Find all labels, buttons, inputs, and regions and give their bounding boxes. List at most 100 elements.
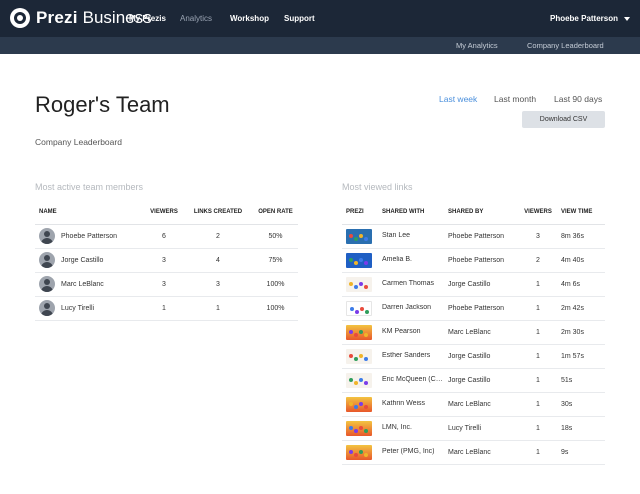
- nav-analytics[interactable]: Analytics: [180, 0, 212, 37]
- member-links-created: 4: [183, 248, 253, 273]
- link-viewers: 1: [520, 320, 556, 345]
- user-menu[interactable]: Phoebe Patterson: [550, 0, 630, 37]
- shared-by: Lucy Tirelli: [448, 416, 520, 441]
- prezi-thumbnail[interactable]: [346, 252, 372, 268]
- col-viewers[interactable]: VIEWERS: [520, 200, 556, 225]
- prezi-thumbnail[interactable]: [346, 348, 372, 364]
- shared-with[interactable]: Kathrin Weiss: [382, 400, 425, 407]
- range-last-week[interactable]: Last week: [439, 94, 477, 104]
- subnav-company-leaderboard[interactable]: Company Leaderboard: [527, 37, 604, 54]
- shared-with-cell: Eric McQueen (CM...: [382, 368, 448, 393]
- table-row[interactable]: Eric McQueen (CM... Jorge Castillo 1 51s: [342, 368, 605, 393]
- member-name-cell: Phoebe Patterson: [35, 224, 145, 249]
- member-name-cell: Jorge Castillo: [35, 248, 145, 273]
- link-viewers: 1: [520, 272, 556, 297]
- view-time: 8m 36s: [556, 224, 605, 249]
- avatar-icon: [39, 252, 55, 268]
- subnav-my-analytics[interactable]: My Analytics: [456, 37, 498, 54]
- view-time: 18s: [556, 416, 605, 441]
- download-csv-button[interactable]: Download CSV: [522, 111, 605, 128]
- prezi-thumbnail[interactable]: [346, 300, 372, 316]
- view-time: 4m 6s: [556, 272, 605, 297]
- page-title: Roger's Team: [35, 92, 170, 117]
- link-viewers: 1: [520, 440, 556, 465]
- prezi-thumbnail[interactable]: [346, 444, 372, 460]
- table-row[interactable]: Esther Sanders Jorge Castillo 1 1m 57s: [342, 344, 605, 369]
- shared-with[interactable]: LMN, Inc.: [382, 424, 412, 431]
- member-name-cell: Marc LeBlanc: [35, 272, 145, 297]
- prezi-thumbnail[interactable]: [346, 372, 372, 388]
- nav-my-prezis[interactable]: My Prezis: [129, 0, 166, 37]
- shared-with[interactable]: KM Pearson: [382, 328, 421, 335]
- view-time: 9s: [556, 440, 605, 465]
- view-time: 51s: [556, 368, 605, 393]
- member-name-cell: Lucy Tirelli: [35, 296, 145, 321]
- team-members-table: NAME VIEWERS LINKS CREATED OPEN RATE Pho…: [35, 200, 298, 321]
- table-row[interactable]: Phoebe Patterson 6 2 50%: [35, 224, 298, 249]
- member-name[interactable]: Jorge Castillo: [61, 257, 103, 264]
- prezi-thumb-cell: [342, 440, 382, 465]
- view-time: 2m 42s: [556, 296, 605, 321]
- prezi-thumbnail[interactable]: [346, 324, 372, 340]
- shared-with-cell: Esther Sanders: [382, 344, 448, 369]
- member-open-rate: 75%: [253, 248, 298, 273]
- link-viewers: 1: [520, 416, 556, 441]
- link-viewers: 1: [520, 392, 556, 417]
- member-name[interactable]: Lucy Tirelli: [61, 305, 94, 312]
- prezi-thumb-cell: [342, 392, 382, 417]
- prezi-thumbnail[interactable]: [346, 420, 372, 436]
- member-links-created: 2: [183, 224, 253, 249]
- col-open-rate[interactable]: OPEN RATE: [253, 200, 298, 225]
- col-view-time[interactable]: VIEW TIME: [556, 200, 605, 225]
- col-name[interactable]: NAME: [35, 200, 145, 225]
- table-row[interactable]: Kathrin Weiss Marc LeBlanc 1 30s: [342, 392, 605, 417]
- table-row[interactable]: Lucy Tirelli 1 1 100%: [35, 296, 298, 321]
- prezi-thumb-cell: [342, 296, 382, 321]
- shared-with[interactable]: Darren Jackson: [382, 304, 431, 311]
- prezi-thumbnail[interactable]: [346, 228, 372, 244]
- nav-workshop[interactable]: Workshop: [230, 0, 269, 37]
- col-viewers[interactable]: VIEWERS: [145, 200, 183, 225]
- prezi-thumb-cell: [342, 368, 382, 393]
- table-row[interactable]: Amelia B. Phoebe Patterson 2 4m 40s: [342, 248, 605, 273]
- member-viewers: 3: [145, 248, 183, 273]
- prezi-thumbnail[interactable]: [346, 276, 372, 292]
- shared-with[interactable]: Amelia B.: [382, 256, 412, 263]
- member-name[interactable]: Marc LeBlanc: [61, 281, 104, 288]
- table-header-row: PREZI SHARED WITH SHARED BY VIEWERS VIEW…: [342, 200, 605, 225]
- table-row[interactable]: Jorge Castillo 3 4 75%: [35, 248, 298, 273]
- table-row[interactable]: Stan Lee Phoebe Patterson 3 8m 36s: [342, 224, 605, 249]
- shared-with[interactable]: Esther Sanders: [382, 352, 430, 359]
- link-viewers: 1: [520, 296, 556, 321]
- shared-with[interactable]: Peter (PMG, Inc): [382, 448, 435, 455]
- prezi-thumb-cell: [342, 320, 382, 345]
- table-row[interactable]: Marc LeBlanc 3 3 100%: [35, 272, 298, 297]
- member-viewers: 1: [145, 296, 183, 321]
- col-shared-by[interactable]: SHARED BY: [448, 200, 520, 225]
- nav-support[interactable]: Support: [284, 0, 315, 37]
- shared-with[interactable]: Eric McQueen (CM...: [382, 376, 446, 383]
- table-row[interactable]: Darren Jackson Phoebe Patterson 1 2m 42s: [342, 296, 605, 321]
- member-name[interactable]: Phoebe Patterson: [61, 233, 117, 240]
- prezi-logo-icon: [10, 8, 30, 28]
- col-prezi[interactable]: PREZI: [342, 200, 382, 225]
- table-row[interactable]: KM Pearson Marc LeBlanc 1 2m 30s: [342, 320, 605, 345]
- shared-by: Phoebe Patterson: [448, 224, 520, 249]
- analytics-subnav: My Analytics Company Leaderboard: [0, 37, 640, 54]
- shared-with[interactable]: Stan Lee: [382, 232, 410, 239]
- prezi-thumbnail[interactable]: [346, 396, 372, 412]
- table-row[interactable]: Carmen Thomas Jorge Castillo 1 4m 6s: [342, 272, 605, 297]
- shared-by: Marc LeBlanc: [448, 392, 520, 417]
- col-shared-with[interactable]: SHARED WITH: [382, 200, 448, 225]
- table-row[interactable]: Peter (PMG, Inc) Marc LeBlanc 1 9s: [342, 440, 605, 465]
- table-row[interactable]: LMN, Inc. Lucy Tirelli 1 18s: [342, 416, 605, 441]
- range-last-90-days[interactable]: Last 90 days: [554, 94, 602, 104]
- member-open-rate: 100%: [253, 272, 298, 297]
- user-name: Phoebe Patterson: [549, 14, 618, 23]
- shared-with[interactable]: Carmen Thomas: [382, 280, 434, 287]
- shared-by: Jorge Castillo: [448, 272, 520, 297]
- shared-with-cell: Carmen Thomas: [382, 272, 448, 297]
- range-last-month[interactable]: Last month: [494, 94, 536, 104]
- col-links-created[interactable]: LINKS CREATED: [183, 200, 253, 225]
- shared-with-cell: KM Pearson: [382, 320, 448, 345]
